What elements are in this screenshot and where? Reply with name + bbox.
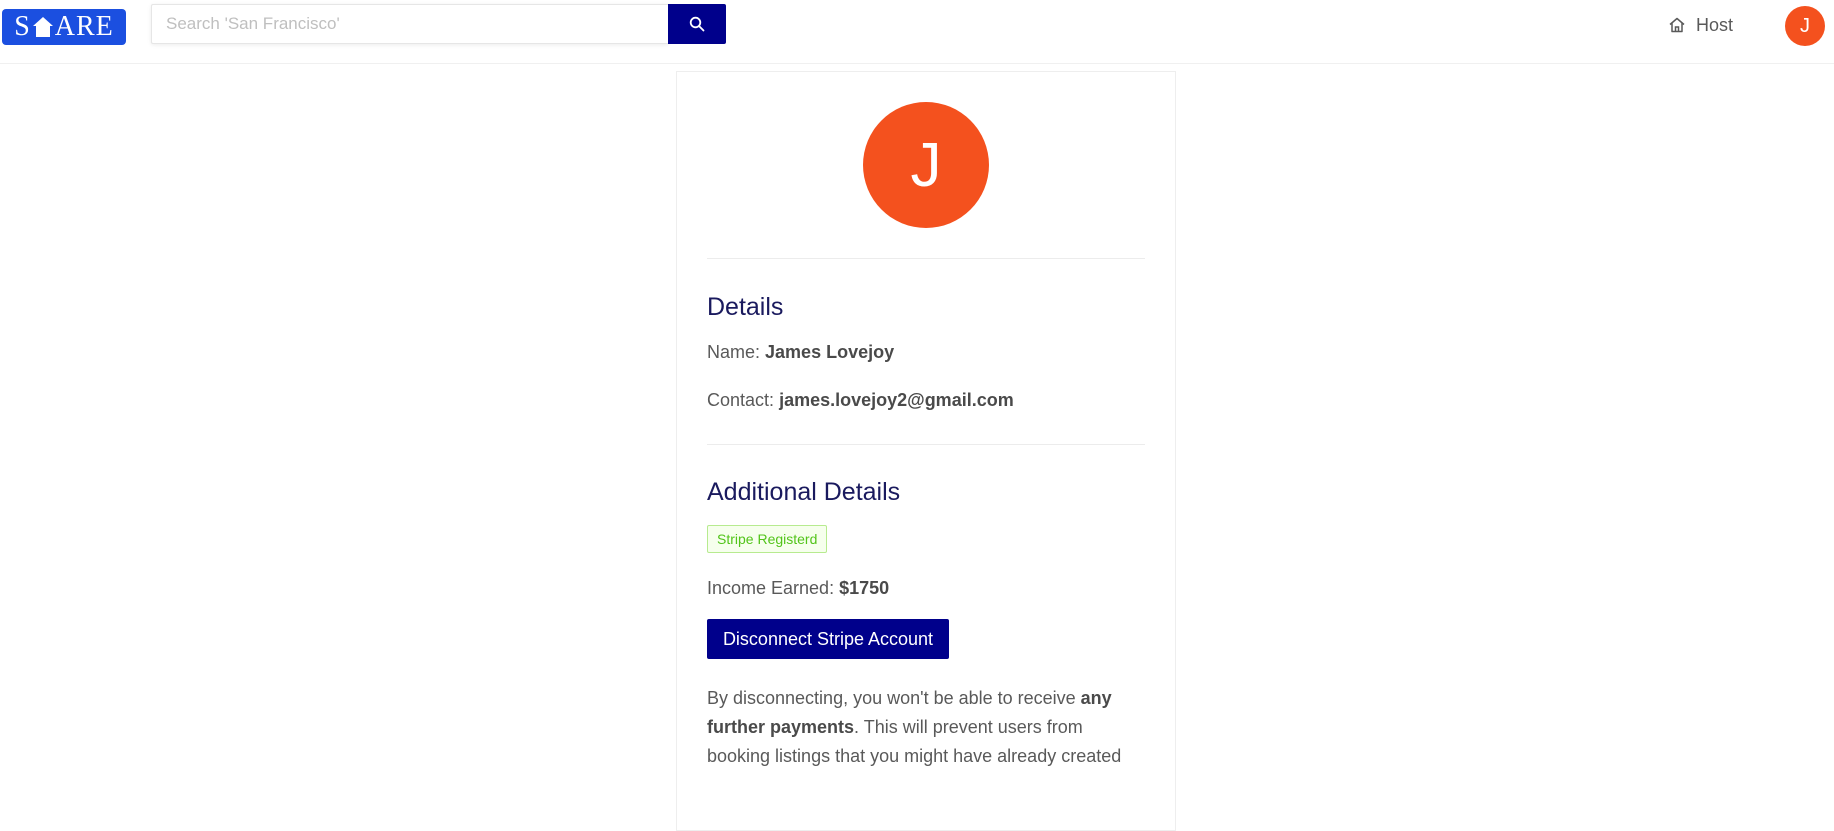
search-bar bbox=[151, 4, 726, 44]
profile-avatar: J bbox=[863, 102, 989, 228]
user-avatar[interactable]: J bbox=[1785, 6, 1825, 46]
logo-text-end: ARE bbox=[54, 11, 114, 42]
host-label: Host bbox=[1696, 14, 1734, 35]
divider bbox=[707, 258, 1145, 259]
profile-card: J Details Name: James Lovejoy Contact: j… bbox=[676, 71, 1176, 831]
app-header: S ARE Host J bbox=[0, 0, 1834, 64]
disconnect-warning: By disconnecting, you won't be able to r… bbox=[707, 684, 1147, 771]
disconnect-stripe-button[interactable]: Disconnect Stripe Account bbox=[707, 619, 949, 659]
host-menu-item[interactable]: Host bbox=[1668, 12, 1733, 38]
warning-prefix: By disconnecting, you won't be able to r… bbox=[707, 688, 1081, 708]
contact-label: Contact: bbox=[707, 390, 775, 410]
search-button[interactable] bbox=[668, 4, 726, 44]
additional-details-title: Additional Details bbox=[707, 478, 901, 506]
profile-avatar-initial: J bbox=[910, 130, 942, 200]
search-input[interactable] bbox=[151, 4, 668, 44]
contact-value: james.lovejoy2@gmail.com bbox=[779, 390, 1014, 410]
home-icon bbox=[1669, 17, 1685, 33]
name-row: Name: James Lovejoy bbox=[707, 342, 894, 363]
divider bbox=[707, 444, 1145, 445]
details-title: Details bbox=[707, 293, 784, 321]
logo-text-start: S bbox=[14, 11, 31, 42]
income-label: Income Earned: bbox=[707, 578, 835, 598]
income-row: Income Earned: $1750 bbox=[707, 578, 889, 599]
house-logo-icon bbox=[32, 17, 53, 37]
stripe-registered-tag: Stripe Registerd bbox=[707, 525, 828, 553]
name-value: James Lovejoy bbox=[765, 342, 895, 362]
user-avatar-initial: J bbox=[1800, 14, 1810, 37]
search-icon bbox=[689, 16, 705, 32]
name-label: Name: bbox=[707, 342, 761, 362]
share-logo[interactable]: S ARE bbox=[2, 9, 126, 45]
contact-row: Contact: james.lovejoy2@gmail.com bbox=[707, 390, 1014, 411]
income-value: $1750 bbox=[839, 578, 890, 598]
